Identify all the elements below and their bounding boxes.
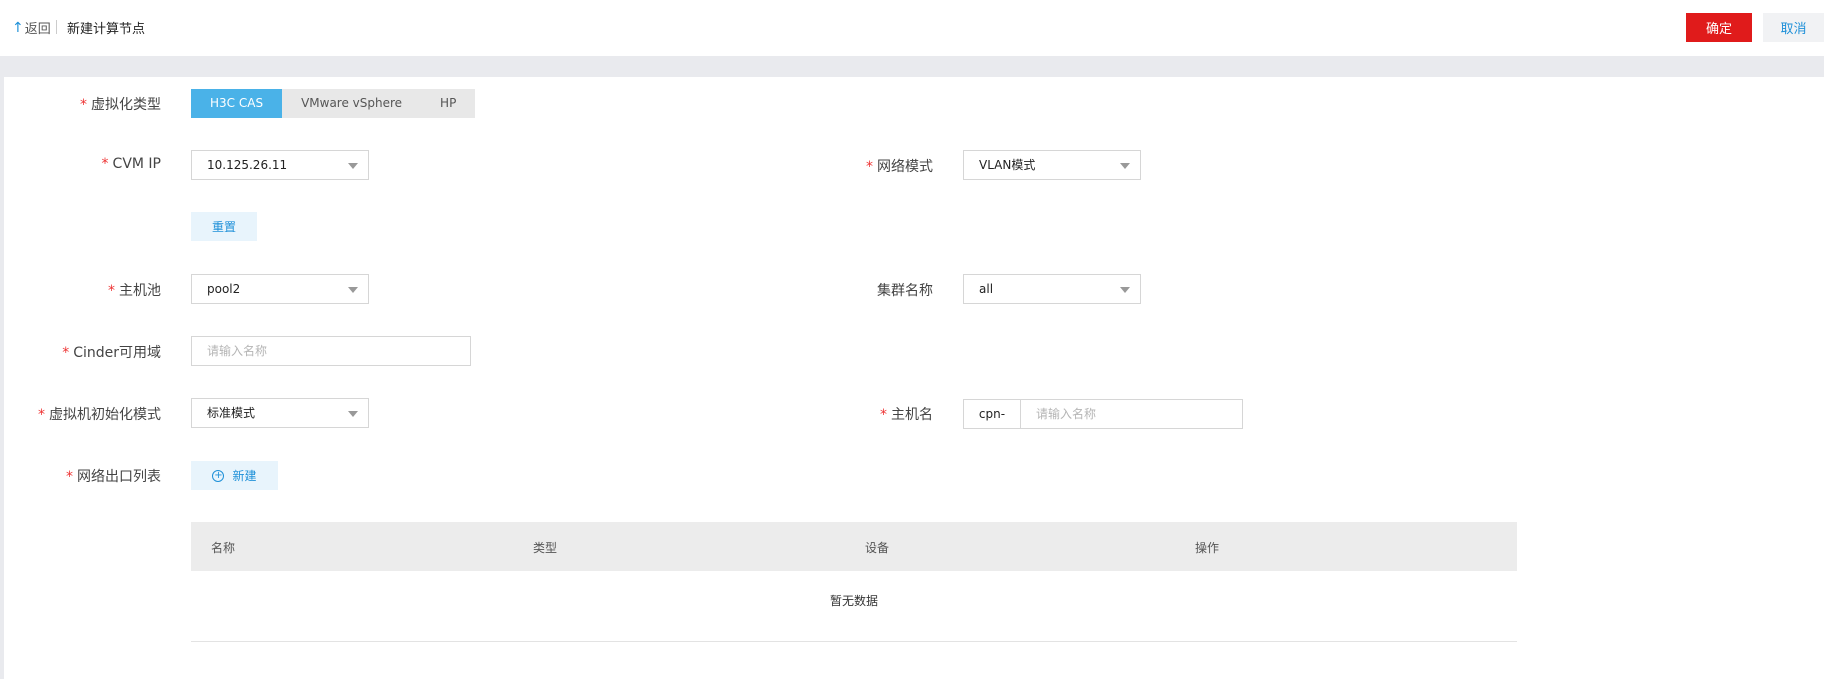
chevron-down-icon [348,287,358,293]
host-pool-value: pool2 [207,282,241,296]
network-mode-value: VLAN模式 [979,158,1036,172]
cluster-name-select[interactable]: all [963,274,1141,304]
cvm-ip-value: 10.125.26.11 [207,158,288,172]
back-label: 返回 [24,22,51,37]
confirm-button[interactable]: 确定 [1686,13,1752,42]
chevron-down-icon [348,411,358,417]
segment-vmware-vsphere[interactable]: VMware vSphere [282,89,422,118]
vm-init-mode-select[interactable]: 标准模式 [191,398,369,428]
arrow-up-icon: ↑ [12,19,24,36]
segment-h3c-cas[interactable]: H3C CAS [191,89,283,118]
chevron-down-icon [1120,163,1130,169]
column-header-device: 设备 [865,541,890,555]
table-empty-state: 暂无数据 [191,571,1517,642]
host-name-input[interactable] [1020,399,1243,429]
cvm-ip-select[interactable]: 10.125.26.11 [191,150,369,180]
header-divider [56,20,57,34]
cinder-zone-label: * Cinder可用域 [62,345,161,361]
add-network-exit-label: 新建 [232,469,257,483]
back-link[interactable]: ↑ 返回 [12,18,51,38]
vm-init-mode-label: * 虚拟机初始化模式 [38,407,161,423]
table-header: 名称 类型 设备 操作 [191,522,1517,571]
chevron-down-icon [348,163,358,169]
host-name-label: * 主机名 [880,407,933,423]
vm-init-mode-value: 标准模式 [207,406,256,420]
chevron-down-icon [1120,287,1130,293]
virt-type-segmented: H3C CAS VMware vSphere HP [191,89,476,118]
cinder-zone-input[interactable] [191,336,471,366]
virt-type-label: * 虚拟化类型 [80,97,161,113]
add-network-exit-button[interactable]: + 新建 [191,461,278,490]
network-mode-label: * 网络模式 [866,159,933,175]
host-pool-label: * 主机池 [108,283,161,299]
network-mode-select[interactable]: VLAN模式 [963,150,1141,180]
column-header-name: 名称 [211,541,236,555]
plus-circle-icon: + [212,469,225,482]
column-header-type: 类型 [533,541,558,555]
host-name-prefix: cpn- [963,399,1020,429]
cluster-name-value: all [979,282,994,296]
reset-button[interactable]: 重置 [191,212,257,241]
page-title: 新建计算节点 [67,22,146,37]
cvm-ip-label: * CVM IP [101,156,161,172]
cluster-name-label: 集群名称 [877,283,933,299]
cancel-button[interactable]: 取消 [1763,13,1824,42]
page-header: ↑ 返回 新建计算节点 确定 取消 [0,0,1824,56]
network-exit-list-label: * 网络出口列表 [66,469,161,485]
segment-hp[interactable]: HP [421,89,476,118]
column-header-actions: 操作 [1195,541,1220,555]
host-pool-select[interactable]: pool2 [191,274,369,304]
